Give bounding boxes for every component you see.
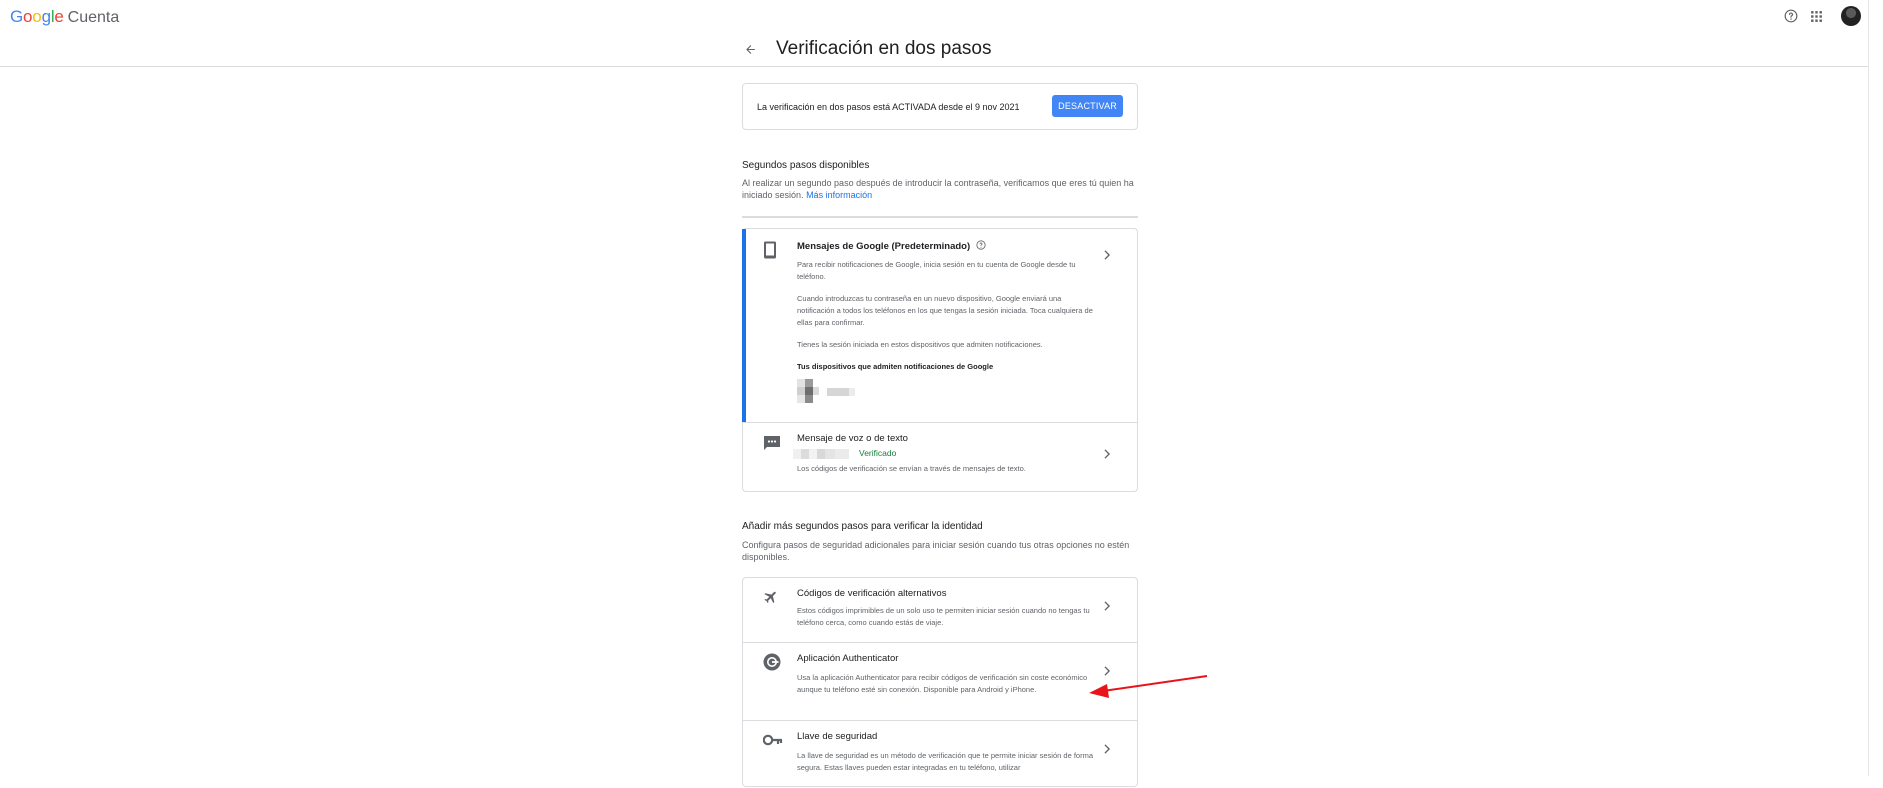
item-title: Aplicación Authenticator [797,653,899,664]
item-title: Mensaje de voz o de texto [797,433,908,444]
section-desc-more: Configura pasos de seguridad adicionales… [742,540,1130,562]
scrollbar[interactable] [1868,0,1883,776]
item-title: Mensajes de Google (Predeterminado) [797,241,971,252]
item-desc: Cuando introduzcas tu contraseña en un n… [797,294,1093,327]
item-title-row: Mensajes de Google (Predeterminado) [797,240,1097,253]
header-actions [1784,6,1861,26]
chevron-right-icon[interactable] [1103,598,1111,616]
list-item-voice-or-text[interactable]: Mensaje de voz o de texto Verificado Los… [743,423,1137,492]
item-desc: La llave de seguridad es un método de ve… [797,751,1094,772]
section-desc-text: Al realizar un segundo paso después de i… [742,178,1134,200]
list-item-security-key[interactable]: Llave de seguridad La llave de seguridad… [743,721,1137,788]
help-outline-icon[interactable] [976,240,986,253]
section-divider [742,216,1138,218]
item-body: Aplicación Authenticator Usa la aplicaci… [797,653,1097,696]
page-header: Verificación en dos pasos [739,38,991,60]
list-item-authenticator[interactable]: Aplicación Authenticator Usa la aplicaci… [743,643,1137,721]
list-item-google-prompts[interactable]: Mensajes de Google (Predeterminado) Para… [742,229,1137,423]
chevron-right-icon[interactable] [1103,741,1111,759]
help-icon[interactable] [1784,9,1798,23]
logo-letter-g1: G [10,7,24,26]
section-heading-available: Segundos pasos disponibles [742,160,870,171]
item-body: Llave de seguridad La llave de seguridad… [797,731,1097,774]
deactivate-button[interactable]: DESACTIVAR [1052,95,1123,117]
item-body: Mensaje de voz o de texto Verificado Los… [793,433,1097,475]
logo-letter-g2: g [41,7,51,26]
status-text: La verificación en dos pasos está ACTIVA… [757,102,1020,112]
google-account-logo[interactable]: G o o g l e Cuenta [10,7,119,27]
verified-status: Verificado [859,448,897,458]
logo-letter-o1: o [23,7,33,26]
item-title: Códigos de verificación alternativos [797,588,947,599]
available-steps-card: Mensajes de Google (Predeterminado) Para… [742,228,1138,492]
authenticator-icon [763,653,781,676]
product-name: Cuenta [67,9,120,26]
item-body: Códigos de verificación alternativos Est… [797,588,1097,629]
item-desc: Usa la aplicación Authenticator para rec… [797,673,1088,694]
item-desc: Para recibir notificaciones de Google, i… [797,260,1076,281]
item-desc: Tienes la sesión iniciada en estos dispo… [797,340,1043,349]
sms-icon [763,435,781,456]
list-item-backup-codes[interactable]: Códigos de verificación alternativos Est… [743,578,1137,643]
status-card: La verificación en dos pasos está ACTIVA… [742,83,1138,130]
item-desc: Estos códigos imprimibles de un solo uso… [797,606,1090,627]
more-steps-card: Códigos de verificación alternativos Est… [742,577,1138,787]
arrow-back-icon[interactable] [739,38,761,60]
key-icon [762,733,783,751]
section-desc-available: Al realizar un segundo paso después de i… [742,177,1142,201]
annotation-arrow [1089,675,1208,698]
avatar[interactable] [1841,6,1861,26]
item-title: Llave de seguridad [797,731,878,742]
smartphone-icon [763,241,777,264]
logo-letter-e: e [54,7,64,26]
more-info-link[interactable]: Más información [806,190,872,200]
page-title: Verificación en dos pasos [776,38,992,59]
phone-row: Verificado [793,447,1097,461]
chevron-right-icon[interactable] [1103,247,1111,265]
section-heading-more: Añadir más segundos pasos para verificar… [742,521,983,532]
devices-label: Tus dispositivos que admiten notificacio… [797,362,994,371]
chevron-right-icon[interactable] [1103,446,1111,464]
logo-letter-o2: o [32,7,42,26]
apps-icon[interactable] [1810,10,1823,23]
airplane-icon [763,589,779,610]
item-desc: Los códigos de verificación se envían a … [797,464,1026,473]
item-body: Mensajes de Google (Predeterminado) Para… [797,240,1097,373]
